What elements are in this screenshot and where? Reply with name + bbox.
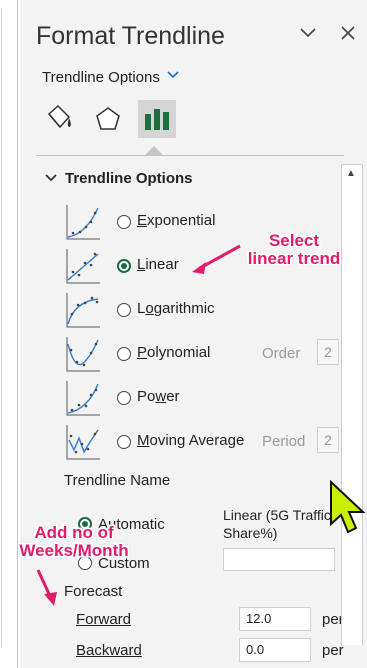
mouse-cursor-icon xyxy=(330,480,366,534)
option-polynomial[interactable]: Polynomial Order 2 xyxy=(64,334,354,374)
radio-power[interactable] xyxy=(117,391,131,405)
option-logarithmic[interactable]: Logarithmic xyxy=(64,290,354,330)
trendline-options-dropdown[interactable]: Trendline Options xyxy=(42,69,160,86)
custom-name-input[interactable] xyxy=(223,548,335,571)
polynomial-thumbnail-icon xyxy=(64,334,102,374)
annotation-select-linear: Select linear trend xyxy=(247,231,341,268)
logarithmic-thumbnail-icon xyxy=(64,290,102,330)
exponential-thumbnail-icon xyxy=(64,202,102,242)
section-header[interactable]: Trendline Options xyxy=(65,170,193,187)
close-icon[interactable] xyxy=(339,24,357,48)
radio-exponential[interactable] xyxy=(117,215,131,229)
label-power[interactable]: Power xyxy=(137,388,180,405)
pane-scrollbar[interactable] xyxy=(341,164,363,645)
label-polynomial[interactable]: Polynomial xyxy=(137,344,210,361)
radio-polynomial[interactable] xyxy=(117,347,131,361)
chevron-down-icon[interactable] xyxy=(45,172,57,187)
period-label: Period xyxy=(262,433,306,450)
trendline-options-tab-icon[interactable] xyxy=(138,100,176,138)
chevron-down-icon[interactable] xyxy=(298,22,318,48)
auto-name-value-line1: Linear (5G Traffic xyxy=(223,507,331,523)
backward-input[interactable]: 0.0 xyxy=(239,638,311,662)
chevron-down-icon[interactable] xyxy=(166,68,180,85)
divider xyxy=(36,155,344,156)
period-spinner[interactable]: 2 xyxy=(317,427,339,453)
annotation-arrow-icon xyxy=(192,244,241,274)
radio-moving-average[interactable] xyxy=(117,435,131,449)
backward-label: Backward xyxy=(76,642,142,659)
forward-input[interactable]: 12.0 xyxy=(239,607,311,631)
label-moving-average[interactable]: Moving Average xyxy=(137,432,244,449)
label-logarithmic[interactable]: Logarithmic xyxy=(137,300,215,317)
power-thumbnail-icon xyxy=(64,378,102,418)
order-spinner[interactable]: 2 xyxy=(317,339,339,365)
radio-logarithmic[interactable] xyxy=(117,303,131,317)
effects-tab-icon[interactable] xyxy=(89,100,127,138)
worksheet-edge xyxy=(0,0,18,668)
fill-line-tab-icon[interactable] xyxy=(40,100,78,138)
scroll-up-arrow-icon[interactable]: ▲ xyxy=(341,164,361,184)
option-moving-average[interactable]: Moving Average Period 2 xyxy=(64,422,354,462)
option-power[interactable]: Power xyxy=(64,378,354,418)
linear-thumbnail-icon xyxy=(64,246,102,286)
forward-label: Forward xyxy=(76,611,132,628)
label-linear[interactable]: Linear xyxy=(137,256,179,273)
order-label: Order xyxy=(262,345,301,362)
pane-title: Format Trendline xyxy=(36,22,225,50)
auto-name-value-line2: Share%) xyxy=(223,525,278,541)
active-tab-caret xyxy=(145,146,163,155)
forecast-heading: Forecast xyxy=(64,583,123,600)
label-exponential[interactable]: Exponential xyxy=(137,212,215,229)
annotation-arrow-icon xyxy=(36,569,57,606)
trendline-name-heading: Trendline Name xyxy=(64,472,171,489)
annotation-add-weeks: Add no of Weeks/Month xyxy=(19,523,129,560)
radio-linear[interactable] xyxy=(117,259,131,273)
moving-average-thumbnail-icon xyxy=(64,422,102,462)
